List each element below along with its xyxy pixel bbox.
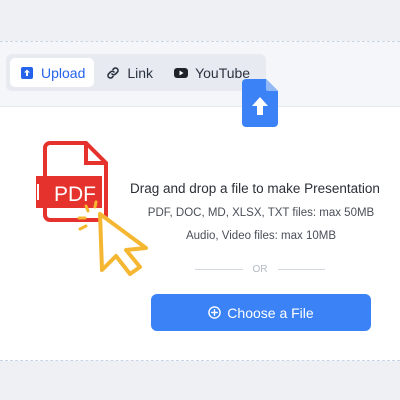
link-icon [105, 65, 121, 81]
or-divider: OR [195, 262, 325, 276]
media-limit-text: Audio, Video files: max 10MB [185, 230, 336, 242]
tab-upload-label: Upload [41, 64, 86, 81]
or-label: OR [252, 263, 268, 275]
tab-divider [0, 106, 400, 107]
tab-link[interactable]: Link [96, 58, 162, 87]
or-line-left [195, 268, 243, 270]
dropzone-title: Drag and drop a file to make Presentatio… [130, 181, 380, 196]
or-line-right [277, 268, 325, 270]
source-tabs: Upload Link YouTube [6, 54, 266, 91]
supported-formats-text: PDF, DOC, MD, XLSX, TXT files: max 50MB [147, 207, 375, 219]
youtube-icon [173, 65, 189, 81]
file-upload-icon [242, 79, 278, 127]
choose-file-label: Choose a File [227, 304, 314, 321]
pdf-label: PDF [54, 183, 96, 206]
tab-upload[interactable]: Upload [10, 58, 95, 87]
plus-circle-icon [208, 306, 222, 319]
upload-icon [19, 65, 35, 81]
choose-file-button[interactable]: Choose a File [151, 294, 371, 331]
tab-link-label: Link [127, 64, 154, 81]
